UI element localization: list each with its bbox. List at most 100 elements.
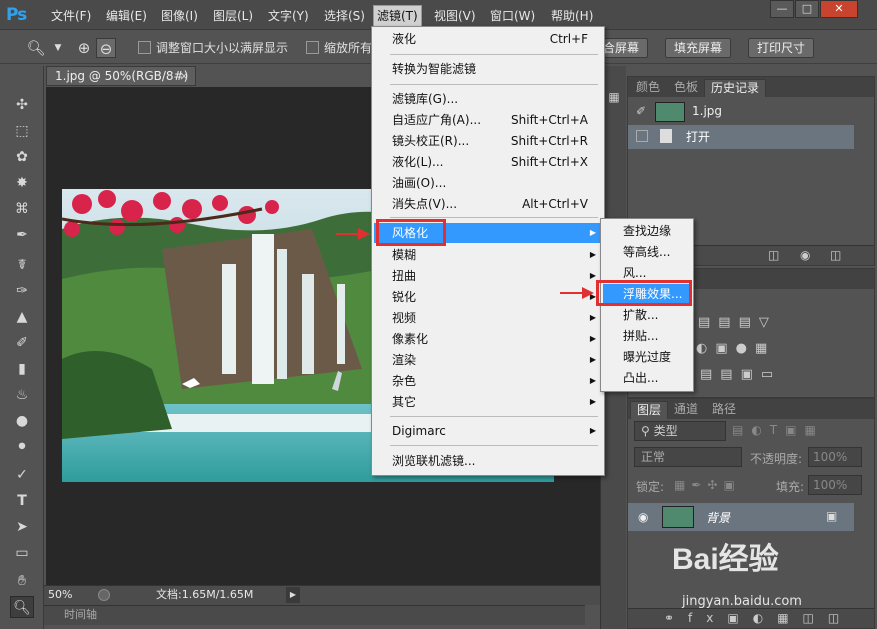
- zoom-level[interactable]: 50%: [48, 586, 72, 604]
- blend-mode-select[interactable]: 正常: [634, 447, 742, 467]
- filter-menu-adaptive-wide-angle[interactable]: 自适应广角(A)... Shift+Ctrl+A: [374, 110, 602, 130]
- adjustment-icons-row3[interactable]: ▤▤▣▭: [700, 367, 870, 387]
- layer-row[interactable]: ◉ 背景 ▣: [628, 503, 854, 531]
- history-brush-tool-icon[interactable]: ✐: [10, 332, 34, 354]
- filter-menu-video[interactable]: 视频 ▶: [374, 308, 602, 328]
- zoom-tool-icon[interactable]: 🔍︎: [26, 38, 46, 58]
- document-tab[interactable]: 1.jpg @ 50%(RGB/8#) ×: [46, 66, 196, 86]
- menu-filter[interactable]: 滤镜(T): [373, 5, 422, 27]
- opacity-field[interactable]: 100%: [808, 447, 862, 467]
- stylize-solarize[interactable]: 曝光过度: [603, 347, 691, 367]
- lock-icons[interactable]: ▦✒✣▣: [674, 478, 741, 492]
- filter-menu-digimarc[interactable]: Digimarc ▶: [374, 421, 602, 441]
- layer-filter-icons[interactable]: ▤◐T▣▦: [732, 423, 824, 437]
- fill-field[interactable]: 100%: [808, 475, 862, 495]
- history-panel-icon[interactable]: ▦: [606, 90, 622, 106]
- filter-menu-noise[interactable]: 杂色 ▶: [374, 371, 602, 391]
- filter-menu-lens-correction[interactable]: 镜头校正(R)... Shift+Ctrl+R: [374, 131, 602, 151]
- close-button[interactable]: ✕: [820, 0, 858, 18]
- blur-tool-icon[interactable]: ●: [10, 410, 34, 432]
- layer-filter-dropdown[interactable]: ⚲ 类型: [634, 421, 726, 441]
- menu-layer[interactable]: 图层(L): [210, 7, 256, 25]
- stylize-find-edges[interactable]: 查找边缘: [603, 221, 691, 241]
- marquee-tool-icon[interactable]: ⬚: [10, 120, 34, 142]
- filter-menu-pixelate[interactable]: 像素化 ▶: [374, 329, 602, 349]
- menu-file[interactable]: 文件(F): [48, 7, 94, 25]
- history-state-checkbox[interactable]: [636, 130, 648, 142]
- menu-select[interactable]: 选择(S): [321, 7, 368, 25]
- menu-edit[interactable]: 编辑(E): [103, 7, 150, 25]
- adjustment-icons-row2[interactable]: ◐▣●▦: [696, 341, 866, 361]
- menu-image[interactable]: 图像(I): [158, 7, 201, 25]
- history-state-label: 打开: [686, 130, 711, 144]
- tab-color[interactable]: 颜色: [630, 79, 666, 97]
- crop-tool-icon[interactable]: ⌘: [10, 198, 34, 220]
- new-snapshot-icon[interactable]: ◉: [800, 248, 810, 262]
- filter-menu-convert-smart[interactable]: 转换为智能滤镜: [374, 59, 602, 79]
- magic-wand-tool-icon[interactable]: ✸: [10, 172, 34, 194]
- filter-menu-distort[interactable]: 扭曲 ▶: [374, 266, 602, 286]
- red-arrow-icon: [560, 287, 594, 299]
- type-tool-icon[interactable]: T: [10, 490, 34, 512]
- filter-menu-vanishing-point[interactable]: 消失点(V)... Alt+Ctrl+V: [374, 194, 602, 214]
- status-menu-arrow-icon[interactable]: ▶: [286, 587, 300, 603]
- print-size-button[interactable]: 打印尺寸: [748, 38, 815, 58]
- menu-help[interactable]: 帮助(H): [548, 7, 596, 25]
- layers-footer-icons[interactable]: ⚭fx▣◐▦◫◫: [628, 608, 874, 628]
- eraser-tool-icon[interactable]: ▮: [10, 358, 34, 380]
- zoom-tool-panel-icon[interactable]: 🔍︎: [10, 596, 34, 618]
- tab-layers[interactable]: 图层: [630, 401, 669, 419]
- clone-stamp-tool-icon[interactable]: ▲: [10, 306, 34, 328]
- filter-menu-render[interactable]: 渲染 ▶: [374, 350, 602, 370]
- move-tool-icon[interactable]: ✣: [10, 94, 34, 116]
- menu-window[interactable]: 窗口(W): [487, 7, 538, 25]
- brush-tool-icon[interactable]: ✑: [10, 280, 34, 302]
- adjustment-icons-row1[interactable]: ▤▤▤▽: [698, 315, 868, 335]
- eyedropper-tool-icon[interactable]: ✒: [10, 224, 34, 246]
- history-brush-source-icon[interactable]: ✐: [636, 104, 646, 118]
- photoshop-logo: Ps: [6, 5, 27, 25]
- delete-state-icon[interactable]: ◫: [830, 248, 841, 262]
- lasso-tool-icon[interactable]: ✿: [10, 146, 34, 168]
- healing-brush-tool-icon[interactable]: ☤: [10, 254, 34, 276]
- filter-menu-last-filter[interactable]: 液化 Ctrl+F: [374, 29, 602, 49]
- filter-menu-gallery[interactable]: 滤镜库(G)...: [374, 89, 602, 109]
- paint-bucket-tool-icon[interactable]: ♨: [10, 384, 34, 406]
- filter-menu-liquify[interactable]: 液化(L)... Shift+Ctrl+X: [374, 152, 602, 172]
- tab-paths[interactable]: 路径: [706, 401, 742, 419]
- restore-button[interactable]: □: [795, 0, 819, 18]
- new-document-from-state-icon[interactable]: ◫: [768, 248, 779, 262]
- history-state-row[interactable]: 打开: [628, 125, 854, 149]
- filter-menu-blur[interactable]: 模糊 ▶: [374, 245, 602, 265]
- dodge-tool-icon[interactable]: ⚫: [10, 436, 34, 458]
- stylize-extrude[interactable]: 凸出...: [603, 368, 691, 388]
- timeline-panel[interactable]: 时间轴: [44, 605, 585, 625]
- tab-swatches[interactable]: 色板: [668, 79, 704, 97]
- zoom-all-checkbox[interactable]: [306, 41, 319, 54]
- tab-channels[interactable]: 通道: [668, 401, 704, 419]
- hand-tool-icon[interactable]: ✋︎: [10, 570, 34, 592]
- stylize-diffuse[interactable]: 扩散...: [603, 305, 691, 325]
- history-snapshot[interactable]: ✐ 1.jpg: [628, 99, 874, 125]
- layer-name[interactable]: 背景: [706, 509, 730, 526]
- resize-windows-checkbox[interactable]: [138, 41, 151, 54]
- zoom-out-icon[interactable]: ⊖: [96, 38, 116, 58]
- filter-menu-oil-paint[interactable]: 油画(O)...: [374, 173, 602, 193]
- filter-menu-other[interactable]: 其它 ▶: [374, 392, 602, 412]
- menu-view[interactable]: 视图(V): [431, 7, 479, 25]
- filter-menu-browse-online[interactable]: 浏览联机滤镜...: [374, 451, 602, 471]
- layer-visibility-eye-icon[interactable]: ◉: [638, 510, 648, 524]
- close-tab-icon[interactable]: ×: [179, 67, 189, 85]
- zoom-in-icon[interactable]: ⊕: [74, 38, 94, 58]
- minimize-button[interactable]: —: [770, 0, 794, 18]
- stylize-tiles[interactable]: 拼贴...: [603, 326, 691, 346]
- pen-tool-icon[interactable]: ✓: [10, 464, 34, 486]
- status-info-icon[interactable]: [98, 589, 110, 601]
- menu-type[interactable]: 文字(Y): [265, 7, 312, 25]
- tab-history[interactable]: 历史记录: [704, 79, 767, 97]
- rectangle-tool-icon[interactable]: ▭: [10, 542, 34, 564]
- path-selection-tool-icon[interactable]: ➤: [10, 516, 34, 538]
- stylize-contour[interactable]: 等高线...: [603, 242, 691, 262]
- fill-screen-button[interactable]: 填充屏幕: [665, 38, 732, 58]
- tool-preset-dropdown-icon[interactable]: ▼: [48, 38, 68, 58]
